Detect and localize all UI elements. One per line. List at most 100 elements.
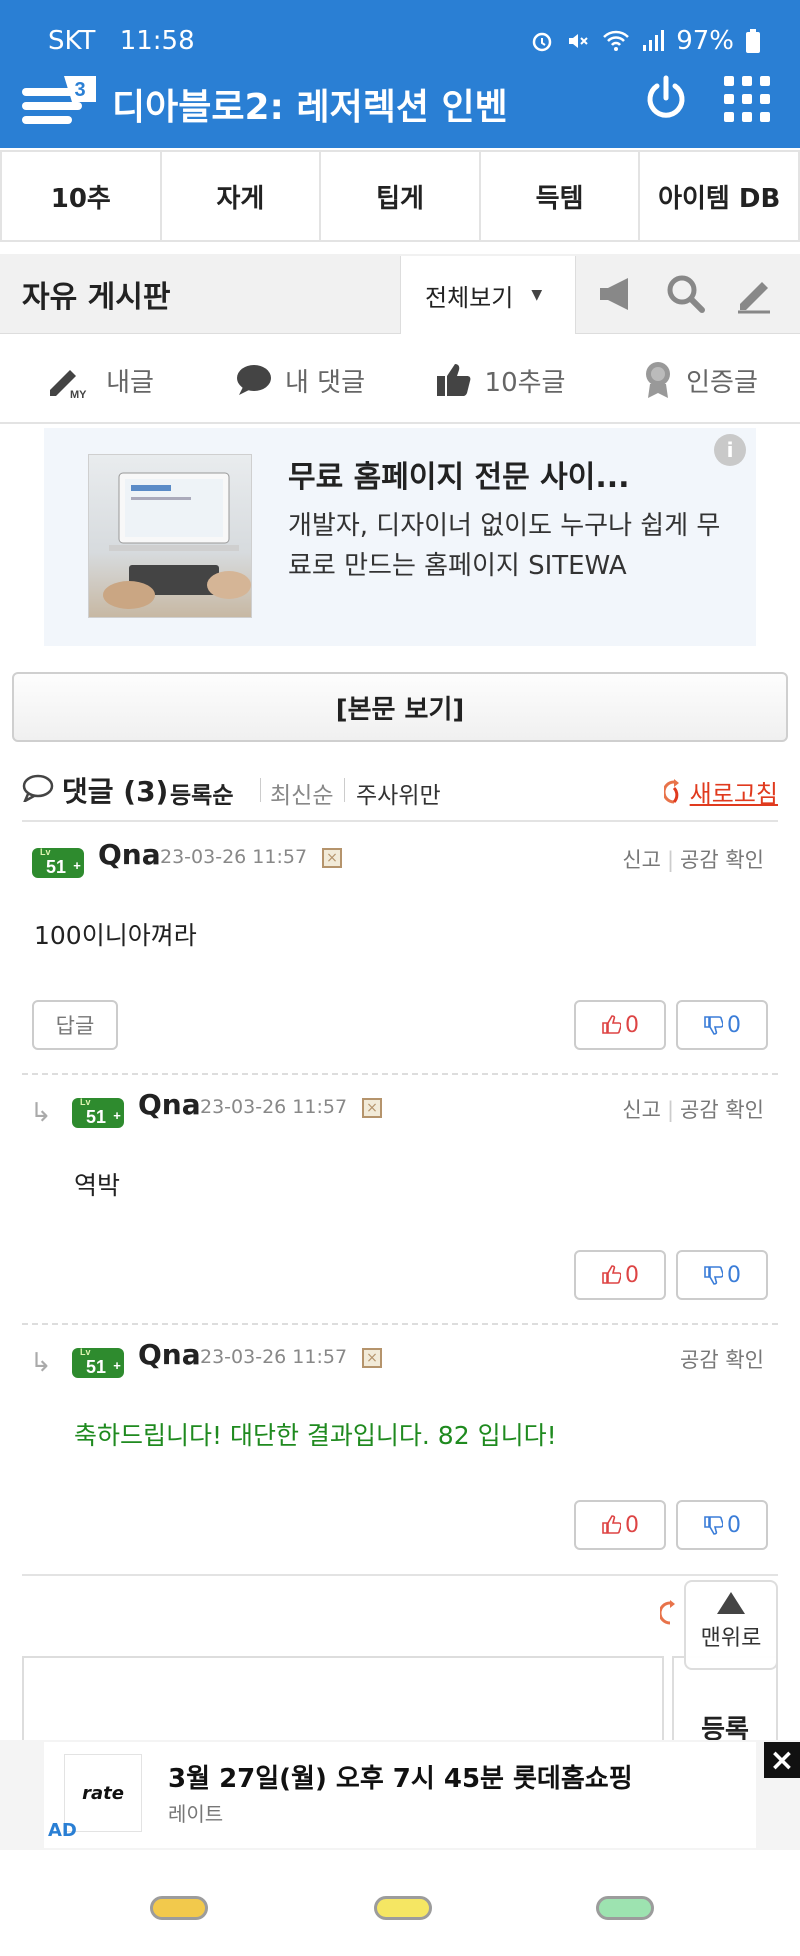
speech-bubble-icon xyxy=(22,774,54,802)
downvote-button[interactable]: 0 xyxy=(676,1000,768,1050)
svg-text:Lv: Lv xyxy=(40,847,51,857)
board-header: 자유 게시판 전체보기 ▼ xyxy=(0,254,800,334)
comment-actions: 신고 | 공감 확인 xyxy=(622,848,764,872)
top-posts-label: 10추글 xyxy=(484,367,566,398)
tab-item-drop[interactable]: 득템 xyxy=(478,150,639,240)
comment-divider xyxy=(22,1073,778,1075)
upvote-button[interactable]: 0 xyxy=(574,1500,666,1550)
tab-free-board[interactable]: 자게 xyxy=(159,150,320,240)
view-body-button[interactable]: [본문 보기] xyxy=(12,672,788,742)
search-icon[interactable] xyxy=(664,272,708,316)
reply-button[interactable]: 답글 xyxy=(32,1000,118,1050)
my-posts-link[interactable]: MY 내글 xyxy=(0,338,200,422)
downvote-button[interactable]: 0 xyxy=(676,1500,768,1550)
block-icon[interactable]: × xyxy=(322,848,342,868)
level-badge-icon: Lv 51 + xyxy=(72,1347,124,1378)
status-right: 97% xyxy=(530,26,760,56)
tab-item-db[interactable]: 아이템 DB xyxy=(638,150,800,240)
verified-posts-link[interactable]: 인증글 xyxy=(600,338,800,422)
category-tabs: 10추 자게 팁게 득템 아이템 DB xyxy=(0,150,800,242)
mute-icon xyxy=(569,34,588,48)
refresh-icon[interactable] xyxy=(660,1600,680,1626)
comment-icon xyxy=(236,365,271,395)
report-link[interactable]: 신고 xyxy=(622,1098,661,1122)
svg-text:Lv: Lv xyxy=(80,1347,91,1357)
ad-image xyxy=(88,454,252,618)
power-icon[interactable] xyxy=(640,72,692,124)
carrier: SKT xyxy=(48,26,96,56)
comment-divider xyxy=(22,1323,778,1325)
status-bar: SKT 11:58 97% xyxy=(0,22,800,62)
sort-registered[interactable]: 등록순 xyxy=(170,776,233,810)
svg-text:3: 3 xyxy=(74,79,85,101)
wifi-icon xyxy=(603,30,630,51)
block-icon[interactable]: × xyxy=(362,1348,382,1368)
sort-dice-only[interactable]: 주사위만 xyxy=(356,776,441,810)
alarm-icon xyxy=(532,32,552,52)
level-text: 51 xyxy=(86,1107,106,1127)
comment-text: 축하드립니다! 대단한 결과입니다. 82 입니다! xyxy=(74,1421,557,1450)
comments-header: 댓글 (3) 등록순 최신순 주사위만 새로고침 xyxy=(22,766,778,822)
grid-menu-icon[interactable] xyxy=(722,74,772,124)
level-text: 51 xyxy=(86,1357,106,1377)
thumbs-up-icon xyxy=(436,364,470,396)
megaphone-icon[interactable] xyxy=(596,272,640,316)
bottom-ad-subtitle: 레이트 xyxy=(168,1802,224,1826)
ad-card[interactable]: 무료 홈페이지 전문 사이... 개발자, 디자이너 없이도 누구나 쉽게 무료… xyxy=(44,428,756,646)
inven-logo-icon[interactable]: 3 xyxy=(22,74,100,128)
view-filter-select[interactable]: 전체보기 ▼ xyxy=(400,256,576,334)
comment-date: 23-03-26 11:57 xyxy=(160,846,308,868)
report-link[interactable]: 신고 xyxy=(622,848,661,872)
badge-icon xyxy=(646,362,671,398)
reply-comment-item: ↳ Lv 51 + Qna 23-03-26 11:57 × 신고 | 공감 확인 … xyxy=(22,1088,778,1308)
block-icon[interactable]: × xyxy=(362,1098,382,1118)
comment-text: 역박 xyxy=(74,1171,121,1200)
my-activity-bar: MY 내글 내 댓글 10추글 인증글 xyxy=(0,338,800,424)
app-header: SKT 11:58 97% 3 디아블로2: 레저렉션 인벤 xyxy=(0,0,800,148)
like-check-link[interactable]: 공감 확인 xyxy=(680,1348,764,1372)
top-posts-link[interactable]: 10추글 xyxy=(400,338,600,422)
comments-number: (3) xyxy=(123,775,169,808)
my-pencil-icon: MY xyxy=(50,370,87,400)
upvote-count: 0 xyxy=(625,1012,639,1038)
rate-logo-text: rate xyxy=(82,1782,124,1804)
comment-date: 23-03-26 11:57 xyxy=(200,1346,348,1368)
upvote-button[interactable]: 0 xyxy=(574,1250,666,1300)
downvote-count: 0 xyxy=(727,1012,741,1038)
svg-text:Lv: Lv xyxy=(80,1097,91,1107)
sort-latest[interactable]: 최신순 xyxy=(270,776,333,810)
tab-10chu[interactable]: 10추 xyxy=(0,150,160,240)
battery-percent: 97% xyxy=(676,26,734,56)
upvote-button[interactable]: 0 xyxy=(574,1000,666,1050)
bottom-ad-banner[interactable]: rate 3월 27일(월) 오후 7시 45분 롯데홈쇼핑 레이트 × AD xyxy=(0,1740,800,1850)
sort-divider xyxy=(260,778,261,802)
recent-apps-button[interactable] xyxy=(150,1896,208,1920)
like-check-link[interactable]: 공감 확인 xyxy=(680,848,764,872)
info-icon[interactable]: i xyxy=(714,434,746,466)
comment-author[interactable]: Qna xyxy=(138,1338,201,1371)
view-filter-label: 전체보기 xyxy=(425,283,514,312)
laptop-photo-icon xyxy=(103,472,251,609)
bottom-ad-title: 3월 27일(월) 오후 7시 45분 롯데홈쇼핑 xyxy=(168,1764,633,1794)
verified-posts-label: 인증글 xyxy=(686,367,758,398)
thumbs-down-icon xyxy=(704,1516,723,1535)
comment-item: Lv 51 + Qna 23-03-26 11:57 × 신고 | 공감 확인 10… xyxy=(22,838,778,1058)
reply-arrow-icon: ↳ xyxy=(30,1098,52,1128)
back-button[interactable] xyxy=(596,1896,654,1920)
tab-tip-board[interactable]: 팁게 xyxy=(319,150,479,240)
comment-author[interactable]: Qna xyxy=(138,1088,201,1121)
scroll-top-button[interactable]: 맨위로 xyxy=(684,1580,778,1670)
like-check-link[interactable]: 공감 확인 xyxy=(680,1098,764,1122)
close-icon[interactable]: × xyxy=(764,1742,800,1778)
home-button[interactable] xyxy=(374,1896,432,1920)
my-comments-link[interactable]: 내 댓글 xyxy=(200,338,400,422)
refresh-link[interactable]: 새로고침 xyxy=(663,774,778,809)
level-text: 51 xyxy=(46,857,66,877)
ad-tag: AD xyxy=(48,1820,77,1841)
comment-author[interactable]: Qna xyxy=(98,838,161,871)
pencil-icon[interactable] xyxy=(732,272,776,316)
thumbs-up-icon xyxy=(602,1015,621,1034)
downvote-button[interactable]: 0 xyxy=(676,1250,768,1300)
comment-actions: 신고 | 공감 확인 xyxy=(622,1098,764,1122)
svg-text:MY: MY xyxy=(70,389,87,400)
